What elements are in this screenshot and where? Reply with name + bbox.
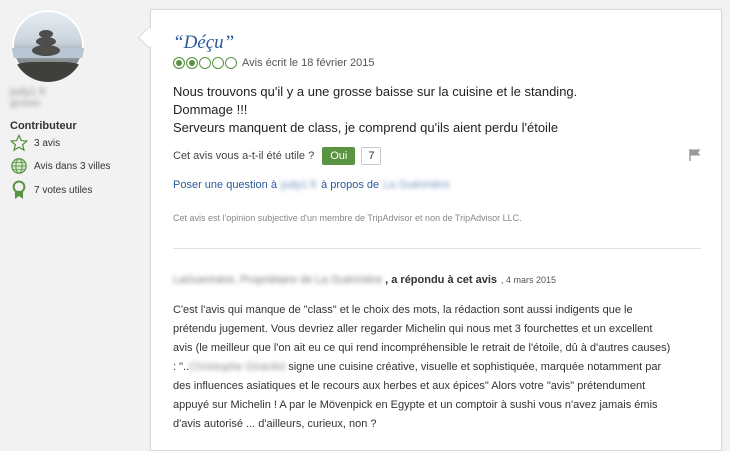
helpful-row: Cet avis vous a-t-il été utile ? Oui 7 [173,147,382,165]
response-line: appuyé sur Michelin ! A par le Mövenpick… [173,399,658,411]
stat-votes[interactable]: 7 votes utiles [10,180,92,200]
avatar-stone [32,45,60,56]
helpful-count-badge: 7 [361,147,382,165]
response-chef-name: Christophe Girardot [189,361,286,373]
review-body-line: Nous trouvons qu'il y a une grosse baiss… [173,84,578,99]
ask-question-place: La Guérinière [383,179,450,191]
stat-cities-label: Avis dans 3 villes [34,160,111,172]
response-body: C'est l'avis qui manque de "class" et le… [173,301,718,434]
rating-bubble-empty-icon [199,57,211,69]
response-line: avis (le meilleur que l'on ait eu ce qui… [173,342,671,354]
response-line: : "..Christophe Girardot signe une cuisi… [173,358,718,377]
avatar[interactable] [12,10,84,82]
divider [173,248,701,249]
stat-reviews[interactable]: 3 avis [10,134,60,152]
ask-question-user: judy1 fr [280,179,318,191]
helpful-question: Cet avis vous a-t-il été utile ? [173,150,315,162]
ribbon-badge-icon [12,180,26,199]
ask-question-prefix: Poser une question à [173,179,277,191]
rating-row: Avis écrit le 18 février 2015 [173,57,374,69]
response-header: LaGuerinère, Propriétaire de La Guériniè… [173,274,556,286]
response-line: des influences asiatiques et le recours … [173,380,646,392]
response-line: d'avis autorisé ... d'ailleurs, curieux,… [173,418,377,430]
helpful-yes-button[interactable]: Oui [322,147,356,165]
response-label: , a répondu à cet avis [385,274,497,286]
response-line: C'est l'avis qui manque de "class" et le… [173,304,633,316]
response-line-prefix: : ".. [173,361,190,373]
response-line-rest: signe une cuisine créative, visuelle et … [285,361,662,373]
stat-votes-label: 7 votes utiles [34,184,93,196]
response-owner[interactable]: LaGuerinère, Propriétaire de La Guériniè… [173,274,382,286]
rating-bubble-filled-icon [186,57,198,69]
response-date: , 4 mars 2015 [501,275,557,285]
reviewer-location: grosso [10,98,41,109]
response-line: prétendu jugement. Vous devriez aller re… [173,323,653,335]
stat-reviews-label: 3 avis [34,137,61,149]
review-body-line: Serveurs manquent de class, je comprend … [173,120,559,135]
review-date: Avis écrit le 18 février 2015 [242,57,375,69]
ask-question-link[interactable]: Poser une question à judy1 fr à propos d… [173,179,454,191]
avatar-rocks [12,62,84,82]
review-body: Nous trouvons qu'il y a une grosse baiss… [173,83,577,137]
stat-cities[interactable]: Avis dans 3 villes [10,157,111,175]
rating-bubble-empty-icon [212,57,224,69]
flag-icon[interactable] [688,148,702,162]
ask-question-mid: à propos de [321,179,380,191]
star-outline-icon [10,134,28,152]
rating-bubble-filled-icon [173,57,185,69]
globe-icon [11,158,27,174]
reviewer-level: Contributeur [10,120,77,132]
reviewer-name[interactable]: judy1 fr [10,86,46,98]
rating-bubble-empty-icon [225,57,237,69]
review-title[interactable]: “Déçu” [173,32,234,54]
review-card: “Déçu” Avis écrit le 18 février 2015 Nou… [150,9,722,451]
review-body-line: Dommage !!! [173,102,248,117]
review-disclaimer: Cet avis est l'opinion subjective d'un m… [173,213,522,223]
